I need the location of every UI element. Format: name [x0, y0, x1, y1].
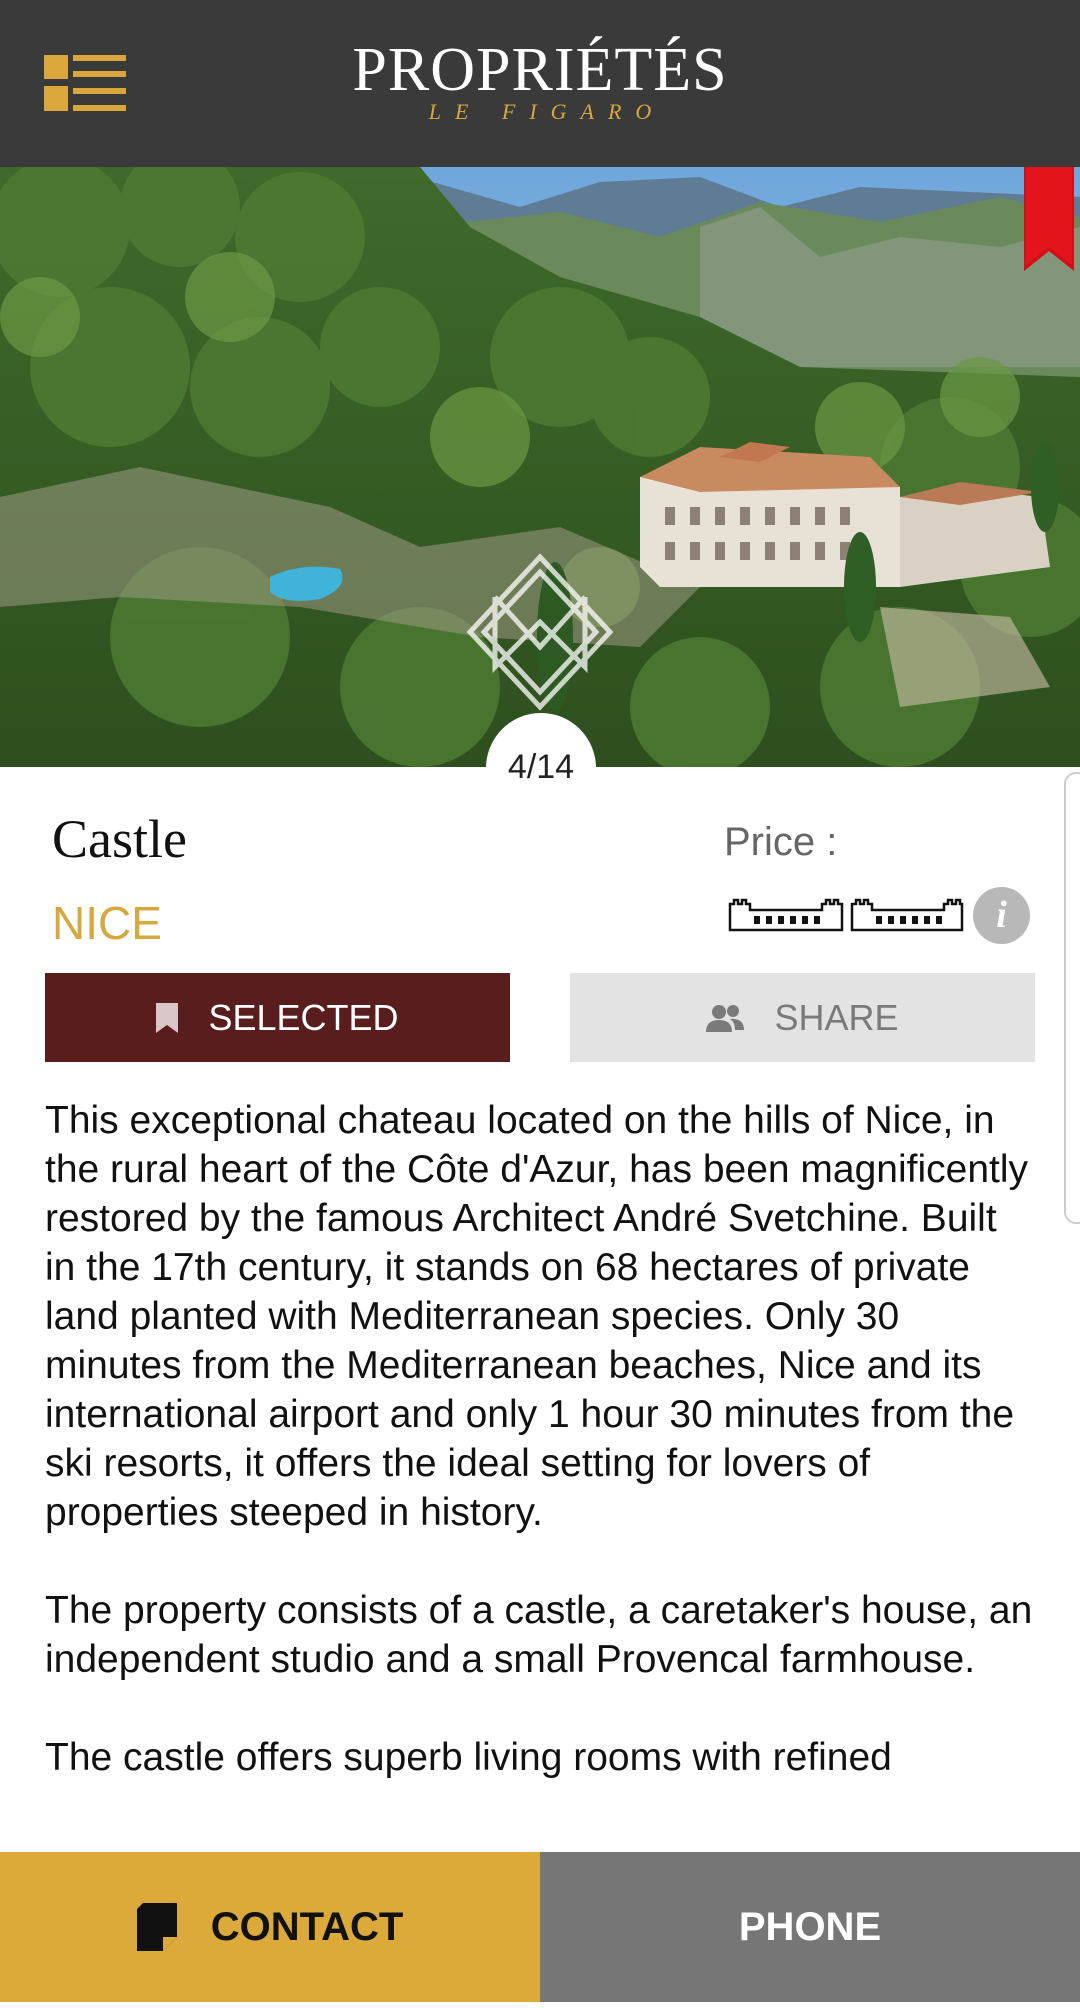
- note-icon: [136, 1903, 177, 1951]
- monogram-watermark-icon: [466, 553, 614, 711]
- property-description: This exceptional chateau located on the …: [45, 1096, 1035, 1850]
- grid-list-icon[interactable]: [44, 55, 126, 111]
- side-drawer-handle[interactable]: [1064, 772, 1080, 1224]
- ribbon-bookmark-icon[interactable]: [1024, 167, 1074, 271]
- property-city: NICE: [52, 897, 162, 949]
- description-paragraph: The castle offers superb living rooms wi…: [45, 1736, 892, 1779]
- selected-button[interactable]: SELECTED: [45, 973, 510, 1062]
- share-button-label: SHARE: [774, 996, 899, 1038]
- people-icon: [706, 1004, 745, 1032]
- info-icon[interactable]: i: [973, 887, 1030, 944]
- app-header: PROPRIÉTÉS LE FIGARO: [0, 0, 1080, 167]
- phone-button[interactable]: PHONE: [540, 1852, 1080, 2002]
- property-type-title: Castle: [52, 809, 187, 869]
- phone-button-label: PHONE: [738, 1904, 882, 1949]
- property-photo[interactable]: [0, 167, 1080, 767]
- contact-button[interactable]: CONTACT: [0, 1852, 540, 2002]
- bottom-edge: [0, 2002, 1080, 2008]
- castle-icons: [728, 898, 964, 932]
- selected-button-label: SELECTED: [208, 996, 399, 1038]
- logo-title: PROPRIÉTÉS: [352, 36, 728, 104]
- brand-logo[interactable]: PROPRIÉTÉS LE FIGARO: [300, 38, 780, 124]
- share-button[interactable]: SHARE: [570, 973, 1035, 1062]
- contact-button-label: CONTACT: [210, 1904, 404, 1949]
- price-label: Price :: [724, 820, 838, 864]
- image-counter: 4/14: [507, 748, 575, 786]
- description-paragraph: This exceptional chateau located on the …: [45, 1099, 1029, 1534]
- description-paragraph: The property consists of a castle, a car…: [45, 1589, 1033, 1681]
- bookmark-icon: [156, 1002, 179, 1033]
- bottom-action-bar: CONTACT PHONE: [0, 1852, 1080, 2008]
